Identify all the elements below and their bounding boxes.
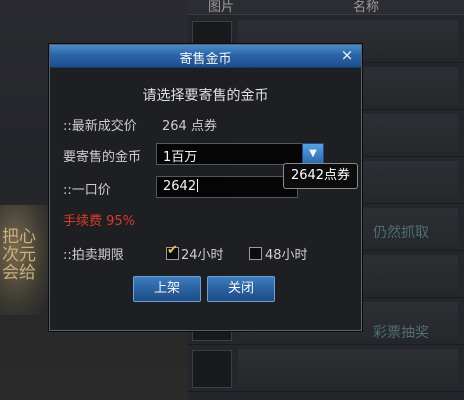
header-image: 图片	[208, 0, 235, 15]
dialog-titlebar[interactable]: 寄售金币 ×	[50, 45, 361, 68]
duration-48h-checkbox[interactable]	[249, 247, 262, 260]
fee-label: 手续费	[63, 214, 103, 229]
latest-price-value: 264 点券	[162, 119, 217, 134]
faded-item-text: 彩票抽奖	[373, 325, 429, 341]
checkmark-icon: ✔	[167, 243, 178, 258]
fixed-price-label: ::一口价	[63, 183, 111, 198]
fixed-price-input-text: 2642	[163, 179, 199, 194]
table-header: 图片 名称	[188, 0, 464, 15]
close-icon[interactable]: ×	[339, 48, 355, 64]
fee-value: 95%	[106, 214, 136, 229]
dialog-title: 寄售金币	[179, 52, 232, 67]
faded-item-text: 仍然抓取	[373, 225, 429, 241]
text-caret	[197, 179, 199, 192]
gold-amount-select[interactable]: 1百万 ▼	[156, 143, 324, 165]
list-button[interactable]: 上架	[133, 276, 201, 302]
fee-row: 手续费 95%	[63, 210, 135, 229]
price-tooltip: 2642点券	[283, 163, 358, 189]
duration-label: ::拍卖期限	[63, 248, 124, 263]
gold-amount-selected: 1百万	[163, 150, 198, 165]
duration-48h-label[interactable]: 48小时	[265, 244, 308, 263]
duration-24h-label[interactable]: 24小时	[181, 244, 224, 263]
duration-24h-checkbox[interactable]: ✔	[166, 243, 179, 260]
latest-price-label: ::最新成交价	[63, 119, 137, 134]
character-caption-3: 会给	[2, 263, 36, 283]
close-button[interactable]: 关闭	[207, 276, 275, 302]
header-name: 名称	[353, 0, 380, 15]
table-row[interactable]	[188, 345, 464, 392]
item-name-cell	[238, 349, 458, 387]
dialog-prompt: 请选择要寄售的金币	[142, 88, 269, 104]
item-slot	[192, 350, 232, 388]
chevron-down-icon[interactable]: ▼	[302, 143, 324, 165]
sell-gold-label: 要寄售的金币	[63, 150, 142, 165]
fixed-price-value: 2642	[163, 179, 197, 194]
fixed-price-input[interactable]: 2642	[156, 176, 298, 198]
